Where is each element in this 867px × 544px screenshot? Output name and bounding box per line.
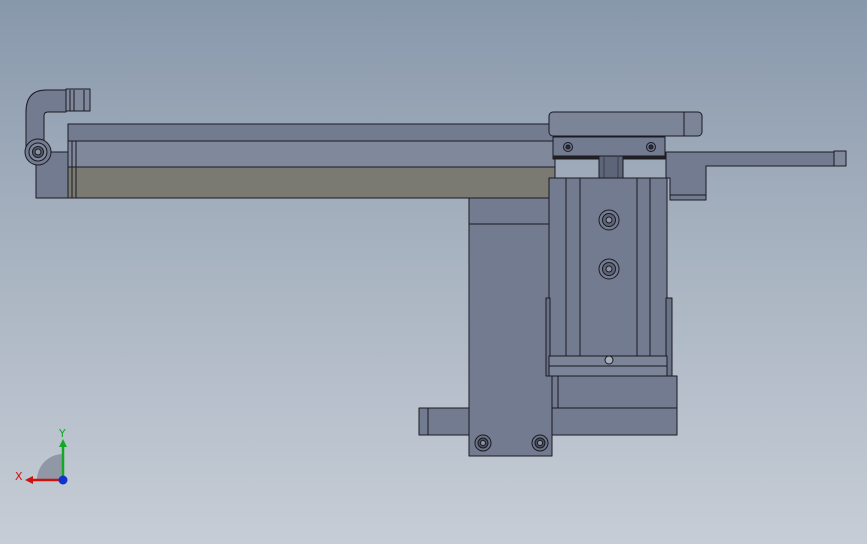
- support-plate: [468, 197, 553, 457]
- triad-y-arrow: [59, 439, 67, 447]
- model-view[interactable]: X Y: [0, 0, 867, 544]
- piston-rod: [598, 155, 624, 179]
- extension-arm: [665, 150, 847, 201]
- cad-viewport[interactable]: X Y: [0, 0, 867, 544]
- pneumatic-cylinder: [545, 177, 673, 377]
- coordinate-triad: X Y: [15, 427, 68, 485]
- end-cap-screw: [24, 138, 52, 166]
- linear-rail: [67, 123, 556, 199]
- triad-z-axis: [58, 475, 68, 485]
- triad-x-label: X: [15, 470, 23, 483]
- triad-x-arrow: [25, 476, 33, 484]
- triad-y-label: Y: [58, 427, 66, 440]
- assembly-model: [24, 88, 847, 457]
- triad-plane-quadrant: [37, 454, 63, 480]
